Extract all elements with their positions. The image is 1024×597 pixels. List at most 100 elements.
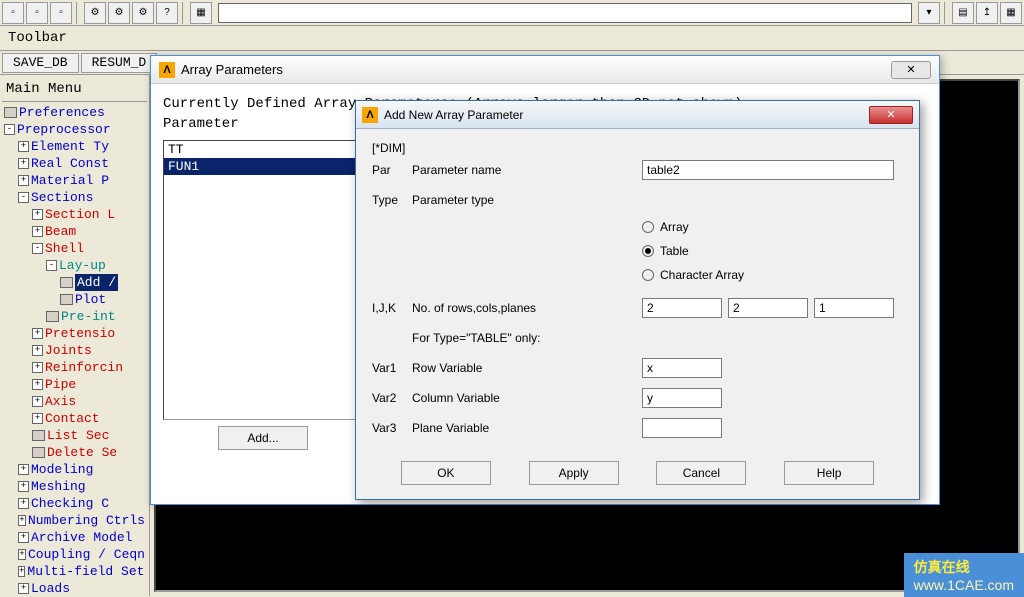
tree-meshing[interactable]: +Meshing — [4, 478, 145, 495]
list-item[interactable]: TT — [164, 141, 362, 158]
expand-icon[interactable]: + — [18, 583, 29, 594]
planes-input[interactable] — [814, 298, 894, 318]
expand-icon[interactable]: + — [32, 362, 43, 373]
expand-icon[interactable]: + — [32, 209, 43, 220]
dialog-titlebar[interactable]: Λ Array Parameters ✕ — [151, 56, 939, 84]
tree-loads[interactable]: +Loads — [4, 580, 145, 596]
tree-preferences[interactable]: Preferences — [4, 104, 145, 121]
tree-reinforcing[interactable]: +Reinforcin — [4, 359, 145, 376]
expand-icon[interactable]: + — [18, 498, 29, 509]
parameter-name-input[interactable] — [642, 160, 894, 180]
expand-icon[interactable]: + — [18, 481, 29, 492]
tree-numbering[interactable]: +Numbering Ctrls — [4, 512, 145, 529]
radio-icon — [642, 269, 654, 281]
plane-variable-input[interactable] — [642, 418, 722, 438]
tree-checking[interactable]: +Checking C — [4, 495, 145, 512]
tree-archive[interactable]: +Archive Model — [4, 529, 145, 546]
cols-input[interactable] — [728, 298, 808, 318]
tb-btn-8[interactable]: ▦ — [190, 2, 212, 24]
tree-preint[interactable]: Pre-int — [4, 308, 145, 325]
tree-add[interactable]: Add / — [4, 274, 145, 291]
column-variable-input[interactable] — [642, 388, 722, 408]
tree-multifield[interactable]: +Multi-field Set Up — [4, 563, 145, 580]
parameter-list[interactable]: TT FUN1 — [163, 140, 363, 420]
tree-modeling[interactable]: +Modeling — [4, 461, 145, 478]
main-menu-title: Main Menu — [2, 77, 147, 102]
collapse-icon[interactable]: - — [32, 243, 43, 254]
collapse-icon[interactable]: - — [18, 192, 29, 203]
tree-coupling[interactable]: +Coupling / Ceqn — [4, 546, 145, 563]
row-variable-input[interactable] — [642, 358, 722, 378]
ok-button[interactable]: OK — [401, 461, 491, 485]
tree-sections[interactable]: -Sections — [4, 189, 145, 206]
expand-icon[interactable]: + — [32, 396, 43, 407]
resum-db-button[interactable]: RESUM_D — [81, 53, 158, 73]
tree-plot[interactable]: Plot — [4, 291, 145, 308]
expand-icon[interactable]: + — [18, 141, 29, 152]
expand-icon[interactable]: + — [18, 175, 29, 186]
command-input[interactable] — [218, 3, 912, 23]
type-label: Type — [372, 193, 412, 207]
expand-icon[interactable]: + — [18, 464, 29, 475]
tree-material-props[interactable]: +Material P — [4, 172, 145, 189]
tb-btn-7[interactable]: ? — [156, 2, 178, 24]
tree-preprocessor[interactable]: -Preprocessor — [4, 121, 145, 138]
var2-label: Var2 — [372, 391, 412, 405]
tb-btn-4[interactable]: ⚙ — [84, 2, 106, 24]
tb-btn-9[interactable]: ▤ — [952, 2, 974, 24]
main-menu-tree: Preferences -Preprocessor +Element Ty +R… — [2, 102, 147, 596]
expand-icon[interactable]: + — [18, 566, 25, 577]
tree-contact[interactable]: +Contact — [4, 410, 145, 427]
save-db-button[interactable]: SAVE_DB — [2, 53, 79, 73]
tree-layup[interactable]: -Lay-up — [4, 257, 145, 274]
add-button[interactable]: Add... — [218, 426, 308, 450]
tree-real-const[interactable]: +Real Const — [4, 155, 145, 172]
column-header-parameter: Parameter — [163, 116, 363, 132]
expand-icon[interactable]: + — [32, 345, 43, 356]
radio-array[interactable]: Array — [642, 215, 903, 239]
expand-icon[interactable]: + — [32, 328, 43, 339]
tb-btn-1[interactable]: ▫ — [2, 2, 24, 24]
expand-icon[interactable]: + — [32, 226, 43, 237]
tree-pretension[interactable]: +Pretensio — [4, 325, 145, 342]
tb-dropdown-icon[interactable]: ▾ — [918, 2, 940, 24]
close-button[interactable]: ✕ — [891, 61, 931, 79]
radio-character-array[interactable]: Character Array — [642, 263, 903, 287]
tb-btn-11[interactable]: ▦ — [1000, 2, 1022, 24]
tree-joints[interactable]: +Joints — [4, 342, 145, 359]
tree-beam[interactable]: +Beam — [4, 223, 145, 240]
help-button[interactable]: Help — [784, 461, 874, 485]
radio-table[interactable]: Table — [642, 239, 903, 263]
tb-btn-2[interactable]: ▫ — [26, 2, 48, 24]
var1-desc: Row Variable — [412, 361, 642, 375]
tree-shell[interactable]: -Shell — [4, 240, 145, 257]
app-icon: Λ — [362, 107, 378, 123]
expand-icon[interactable]: + — [18, 515, 26, 526]
tree-section-lib[interactable]: +Section L — [4, 206, 145, 223]
cancel-button[interactable]: Cancel — [656, 461, 746, 485]
dialog-titlebar[interactable]: Λ Add New Array Parameter ✕ — [356, 101, 919, 129]
tree-list-sec[interactable]: List Sec — [4, 427, 145, 444]
brand-cn: 仿真在线 — [914, 557, 1014, 577]
collapse-icon[interactable]: - — [46, 260, 57, 271]
expand-icon[interactable]: + — [18, 549, 26, 560]
expand-icon[interactable]: + — [32, 379, 43, 390]
tree-delete-sec[interactable]: Delete Se — [4, 444, 145, 461]
tree-axis[interactable]: +Axis — [4, 393, 145, 410]
var3-label: Var3 — [372, 421, 412, 435]
expand-icon[interactable]: + — [32, 413, 43, 424]
expand-icon[interactable]: + — [18, 158, 29, 169]
tb-btn-6[interactable]: ⚙ — [132, 2, 154, 24]
tb-btn-10[interactable]: ↥ — [976, 2, 998, 24]
tree-pipe[interactable]: +Pipe — [4, 376, 145, 393]
apply-button[interactable]: Apply — [529, 461, 619, 485]
tree-element-type[interactable]: +Element Ty — [4, 138, 145, 155]
tb-btn-3[interactable]: ▫ — [50, 2, 72, 24]
ijk-label: I,J,K — [372, 301, 412, 315]
tb-btn-5[interactable]: ⚙ — [108, 2, 130, 24]
expand-icon[interactable]: + — [18, 532, 29, 543]
close-button[interactable]: ✕ — [869, 106, 913, 124]
rows-input[interactable] — [642, 298, 722, 318]
collapse-icon[interactable]: - — [4, 124, 15, 135]
list-item[interactable]: FUN1 — [164, 158, 362, 175]
